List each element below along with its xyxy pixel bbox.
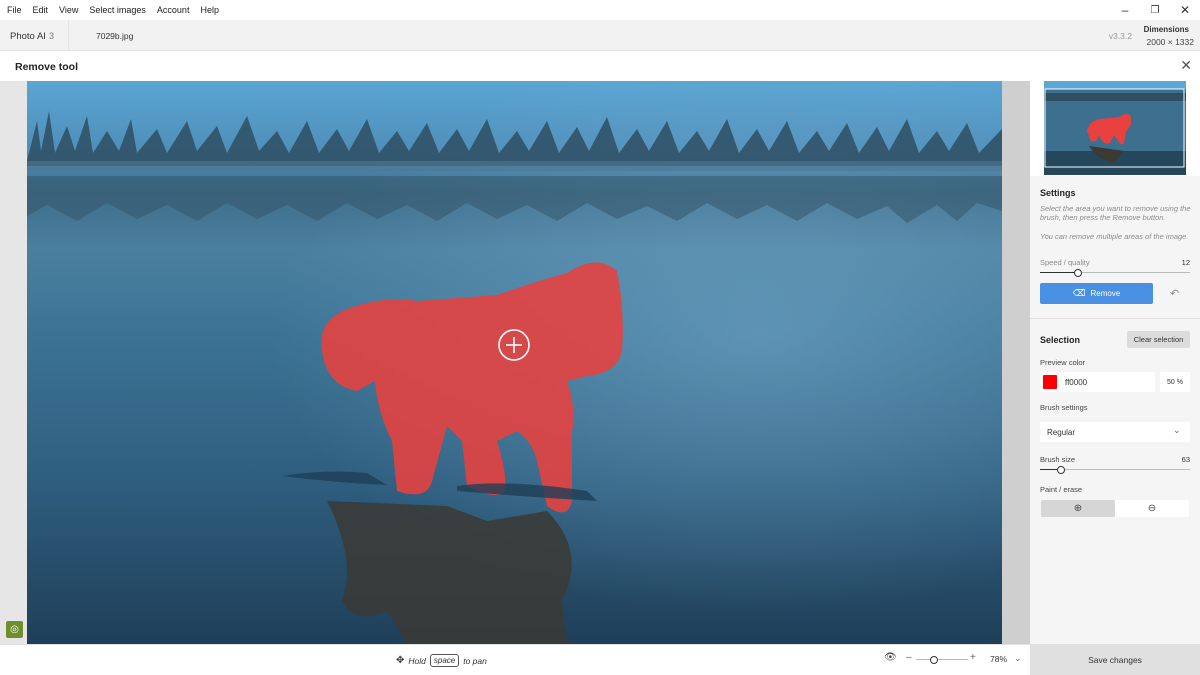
photo-canvas[interactable] [27,81,1002,644]
canvas-gutter [1002,81,1030,644]
paint-mode-button[interactable]: ⊕ [1041,500,1115,517]
clear-selection-button[interactable]: Clear selection [1127,331,1190,348]
close-window-icon[interactable]: ✕ [1170,0,1200,20]
dimensions-value: 2000 × 1332 [1146,37,1194,47]
close-tool-icon[interactable]: ✕ [1180,57,1192,74]
move-icon: ✥ [396,655,405,666]
selection-title: Selection [1040,335,1081,345]
hint-pan: to pan [463,655,487,666]
navigator [1030,81,1200,176]
menu-file[interactable]: File [3,5,26,15]
zoom-slider[interactable] [916,656,968,664]
preview-opacity-field[interactable]: 50 % [1160,372,1190,392]
erase-brush-icon: ⊖ [1147,503,1157,514]
compare-icon[interactable]: ◎ [6,621,23,638]
brush-mode-value: Regular [1047,428,1076,437]
undo-icon[interactable]: ↶ [1170,287,1179,300]
canvas-area: ◎ [0,81,1030,644]
chevron-down-icon: ⌄ [1173,425,1181,435]
app-image-count: 3 [49,31,55,41]
tab-bar: Photo AI 3 7029b.jpg v3.3.2 Dimensions 2… [0,20,1200,51]
speed-quality-slider[interactable] [1040,269,1190,277]
preview-color-hex[interactable]: ff0000 [1065,378,1087,387]
tool-header: Remove tool ✕ [0,51,1200,81]
remove-label: Remove [1090,289,1121,298]
brush-size-value: 63 [1181,455,1190,464]
remove-button[interactable]: ⌫ Remove [1040,283,1153,304]
space-key: space [429,654,460,667]
restore-window-icon[interactable]: ❐ [1140,0,1170,20]
settings-help-2: You can remove multiple areas of the ima… [1040,232,1189,241]
settings-panel: Settings Select the area you want to rem… [1030,81,1200,644]
eraser-icon: ⌫ [1072,288,1086,298]
preview-eye-icon[interactable]: 👁 [884,652,897,663]
preview-color-swatch[interactable] [1043,375,1057,389]
hint-hold: Hold [408,655,426,666]
menu-select-images[interactable]: Select images [85,5,150,15]
navigator-thumbnail[interactable] [1044,81,1186,175]
save-changes-button[interactable]: Save changes [1030,644,1200,675]
preview-color-label: Preview color [1040,358,1086,367]
panel-divider [1030,318,1200,319]
preview-color-field[interactable] [1040,372,1155,392]
tool-title: Remove tool [15,61,79,73]
paint-erase-label: Paint / erase [1040,485,1083,494]
brush-size-label: Brush size [1040,455,1076,464]
zoom-value[interactable]: 78% [990,654,1007,664]
bottom-bar: ✥ Hold space to pan 👁 – + 78% ⌄ [0,644,1030,675]
zoom-control: 👁 – + 78% ⌄ [884,652,1024,668]
file-tab[interactable]: 7029b.jpg [96,31,133,41]
version-label: v3.3.2 [1108,31,1132,41]
brush-size-slider[interactable] [1040,466,1190,474]
menu-edit[interactable]: Edit [29,5,53,15]
paint-brush-icon: ⊕ [1073,503,1083,514]
app-name[interactable]: Photo AI [10,31,46,42]
menu-account[interactable]: Account [153,5,194,15]
photo-image [27,81,1002,644]
brush-settings-label: Brush settings [1040,403,1088,412]
zoom-dropdown-icon[interactable]: ⌄ [1014,653,1022,664]
zoom-out-icon[interactable]: – [906,652,912,663]
zoom-in-icon[interactable]: + [970,652,976,663]
minimize-window-icon[interactable]: – [1110,0,1140,20]
speed-quality-label: Speed / quality [1040,258,1090,267]
menu-help[interactable]: Help [196,5,223,15]
speed-quality-value: 12 [1181,258,1190,267]
erase-mode-button[interactable]: ⊖ [1115,500,1189,517]
dimensions-label: Dimensions [1143,25,1189,34]
menu-view[interactable]: View [55,5,82,15]
menu-bar: File Edit View Select images Account Hel… [0,0,1200,20]
settings-title: Settings [1040,188,1076,198]
settings-help-1: Select the area you want to remove using… [1040,204,1191,222]
pan-hint: ✥ Hold space to pan [396,654,487,667]
tab-divider [68,20,69,51]
